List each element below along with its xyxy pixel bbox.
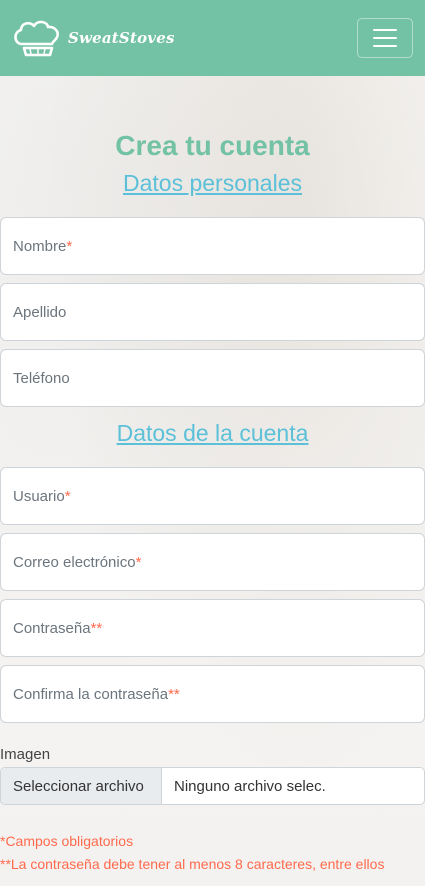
- hamburger-menu-icon: [373, 37, 397, 39]
- username-label: Usuario: [13, 487, 65, 505]
- password-rule-mark: **: [168, 685, 180, 703]
- last-name-field[interactable]: Apellido: [0, 283, 425, 341]
- section-account-link[interactable]: Datos de la cuenta: [0, 420, 425, 447]
- confirm-password-label: Confirma la contraseña: [13, 685, 169, 703]
- image-file-input[interactable]: Seleccionar archivo Ninguno archivo sele…: [0, 767, 425, 805]
- hamburger-menu-icon: [373, 45, 397, 47]
- hamburger-menu-icon: [373, 29, 397, 31]
- navbar: SweatStoves: [0, 0, 425, 76]
- confirm-password-field[interactable]: Confirma la contraseña **: [0, 665, 425, 723]
- required-mark: *: [66, 237, 73, 255]
- brand-name: SweatStoves: [68, 29, 175, 47]
- email-label: Correo electrónico: [13, 553, 136, 571]
- required-mark: *: [64, 487, 71, 505]
- username-field[interactable]: Usuario *: [0, 467, 425, 525]
- password-rule-note: **La contraseña debe tener al menos 8 ca…: [0, 856, 385, 872]
- brand-logo[interactable]: SweatStoves: [12, 18, 175, 58]
- image-label: Imagen: [0, 746, 51, 763]
- phone-label: Teléfono: [13, 369, 70, 387]
- chef-hat-icon: [14, 20, 59, 57]
- select-file-button[interactable]: Seleccionar archivo: [1, 768, 162, 804]
- password-label: Contraseña: [13, 619, 91, 637]
- first-name-label: Nombre: [13, 237, 67, 255]
- phone-field[interactable]: Teléfono: [0, 349, 425, 407]
- password-rule-mark: **: [90, 619, 103, 637]
- first-name-field[interactable]: Nombre *: [0, 217, 425, 275]
- file-name-text: Ninguno archivo selec.: [174, 777, 326, 795]
- last-name-label: Apellido: [13, 303, 67, 321]
- password-field[interactable]: Contraseña **: [0, 599, 425, 657]
- page-title: Crea tu cuenta: [115, 130, 310, 161]
- required-fields-note: *Campos obligatorios: [0, 833, 134, 849]
- email-field[interactable]: Correo electrónico *: [0, 533, 425, 591]
- required-mark: *: [135, 553, 142, 571]
- menu-toggle-button[interactable]: [357, 18, 413, 58]
- section-personal-link[interactable]: Datos personales: [0, 170, 425, 197]
